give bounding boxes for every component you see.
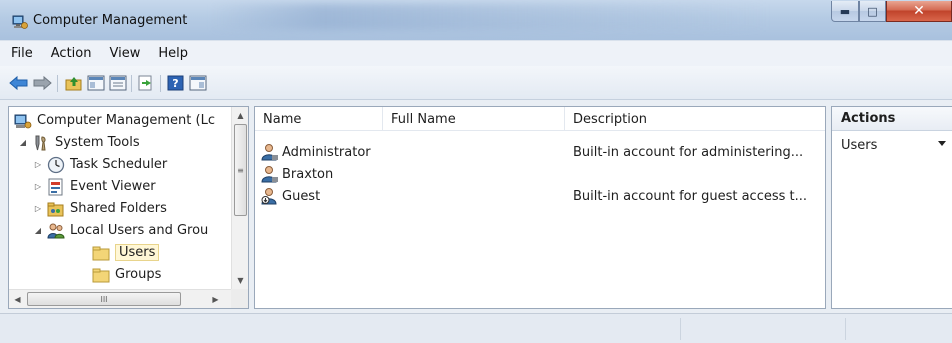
- properties-button[interactable]: [108, 74, 128, 92]
- results-pane[interactable]: Name Full Name Description Administrator…: [254, 106, 826, 309]
- aero-glass-blur: [210, 4, 770, 30]
- tree-item-shared-folders[interactable]: ▷ Shared Folders: [33, 198, 167, 219]
- properties-icon: [109, 75, 127, 91]
- scroll-right-arrow-icon[interactable]: ▶: [207, 290, 224, 308]
- tree-item-groups[interactable]: Groups: [92, 264, 161, 285]
- toolbar-separator: [131, 75, 132, 92]
- menu-action[interactable]: Action: [51, 46, 92, 61]
- folder-icon: [92, 246, 110, 260]
- show-hide-tree-icon: [87, 75, 105, 91]
- up-one-level-button[interactable]: [64, 74, 84, 92]
- event-viewer-icon: [48, 178, 63, 195]
- menu-file[interactable]: File: [11, 46, 33, 61]
- up-folder-icon: [65, 77, 82, 91]
- tree-item-computer-management[interactable]: Computer Management (Lc: [14, 110, 215, 131]
- show-hide-action-pane-button[interactable]: [188, 74, 208, 92]
- show-hide-console-tree-button[interactable]: [86, 74, 106, 92]
- tree-item-label: Shared Folders: [70, 201, 167, 216]
- column-header-name[interactable]: Name: [255, 107, 383, 131]
- collapse-arrow-icon[interactable]: ◢: [18, 138, 28, 147]
- tree-item-label: Event Viewer: [70, 179, 156, 194]
- window-title: Computer Management: [33, 13, 188, 28]
- close-button[interactable]: ✕: [886, 1, 952, 22]
- forward-button[interactable]: [32, 74, 52, 92]
- back-icon: [9, 75, 28, 91]
- minimize-button[interactable]: ▬: [831, 1, 859, 22]
- tree-vertical-scrollbar[interactable]: ▲ ≡ ▼: [231, 107, 248, 289]
- folder-icon: [92, 268, 110, 282]
- tree-item-label: Local Users and Grou: [70, 223, 209, 238]
- show-hide-action-pane-icon: [189, 75, 207, 91]
- actions-title: Actions: [832, 107, 952, 131]
- list-item[interactable]: Guest Built-in account for guest access …: [255, 186, 825, 206]
- status-segment: [681, 318, 846, 340]
- export-list-icon: [138, 75, 152, 91]
- disabled-user-icon: [261, 188, 277, 205]
- console-tree[interactable]: Computer Management (Lc ◢ System Tools ▷…: [8, 106, 249, 309]
- computer-management-icon: [14, 114, 32, 128]
- users-icon: [47, 223, 65, 238]
- export-list-button[interactable]: [137, 74, 157, 92]
- maximize-icon: □: [867, 4, 878, 18]
- expand-arrow-icon[interactable]: ▷: [33, 204, 43, 213]
- tree-item-local-users-and-groups[interactable]: ◢ Local Users and Grou: [33, 220, 208, 241]
- tree-item-label: Groups: [115, 267, 162, 282]
- user-name: Braxton: [282, 166, 334, 182]
- scroll-thumb[interactable]: ≡: [234, 124, 247, 216]
- scrollbar-corner: [231, 289, 248, 308]
- forward-icon: [33, 75, 52, 91]
- tree-item-system-tools[interactable]: ◢ System Tools: [18, 132, 140, 153]
- close-icon: ✕: [913, 3, 925, 19]
- tree-item-label: System Tools: [55, 135, 140, 150]
- user-description: Built-in account for guest access t...: [573, 188, 808, 204]
- computer-management-icon: [12, 15, 28, 29]
- actions-pane: Actions Users: [831, 106, 952, 309]
- tree-item-label: Task Scheduler: [70, 157, 168, 172]
- tree-item-label: Computer Management (Lc: [37, 113, 215, 128]
- back-button[interactable]: [9, 74, 29, 92]
- help-button[interactable]: ?: [166, 74, 186, 92]
- user-name: Administrator: [282, 144, 371, 160]
- help-icon: ?: [167, 75, 184, 91]
- status-bar: [0, 313, 952, 343]
- toolbar: ?: [0, 66, 952, 100]
- list-item[interactable]: Administrator Built-in account for admin…: [255, 142, 825, 162]
- column-header-description[interactable]: Description: [565, 107, 819, 131]
- toolbar-separator: [160, 75, 161, 92]
- shared-folder-icon: [47, 202, 64, 216]
- toolbar-separator: [57, 75, 58, 92]
- actions-section-label: Users: [841, 137, 878, 153]
- menu-view[interactable]: View: [109, 46, 140, 61]
- maximize-button[interactable]: □: [859, 1, 886, 22]
- tree-item-users[interactable]: Users: [92, 242, 160, 263]
- svg-text:?: ?: [172, 77, 178, 90]
- actions-section-users[interactable]: Users: [832, 132, 952, 158]
- system-tools-icon: [35, 135, 46, 150]
- list-header: Name Full Name Description: [255, 107, 825, 131]
- column-header-full-name[interactable]: Full Name: [383, 107, 565, 131]
- scroll-left-arrow-icon[interactable]: ◀: [9, 290, 26, 308]
- user-icon: [261, 144, 278, 161]
- menu-bar: File Action View Help: [0, 40, 952, 66]
- chevron-down-icon: [938, 141, 946, 146]
- list-item[interactable]: Braxton: [255, 164, 825, 184]
- tree-item-task-scheduler[interactable]: ▷ Task Scheduler: [33, 154, 167, 175]
- tree-item-event-viewer[interactable]: ▷ Event Viewer: [33, 176, 156, 197]
- expand-arrow-icon[interactable]: ▷: [33, 160, 43, 169]
- menu-help[interactable]: Help: [158, 46, 188, 61]
- user-name: Guest: [282, 188, 321, 204]
- scroll-thumb[interactable]: III: [27, 292, 181, 306]
- scroll-down-arrow-icon[interactable]: ▼: [232, 272, 248, 289]
- user-icon: [261, 166, 278, 183]
- tree-item-label: Users: [115, 244, 160, 261]
- expand-arrow-icon[interactable]: ▷: [33, 182, 43, 191]
- clock-icon: [47, 156, 65, 173]
- user-description: Built-in account for administering...: [573, 144, 804, 160]
- tree-horizontal-scrollbar[interactable]: ◀ III ▶: [9, 289, 231, 308]
- minimize-icon: ▬: [839, 4, 851, 18]
- collapse-arrow-icon[interactable]: ◢: [33, 226, 43, 235]
- status-segment: [0, 318, 681, 340]
- scroll-up-arrow-icon[interactable]: ▲: [232, 107, 248, 124]
- title-bar[interactable]: Computer Management ▬ □ ✕: [0, 0, 952, 40]
